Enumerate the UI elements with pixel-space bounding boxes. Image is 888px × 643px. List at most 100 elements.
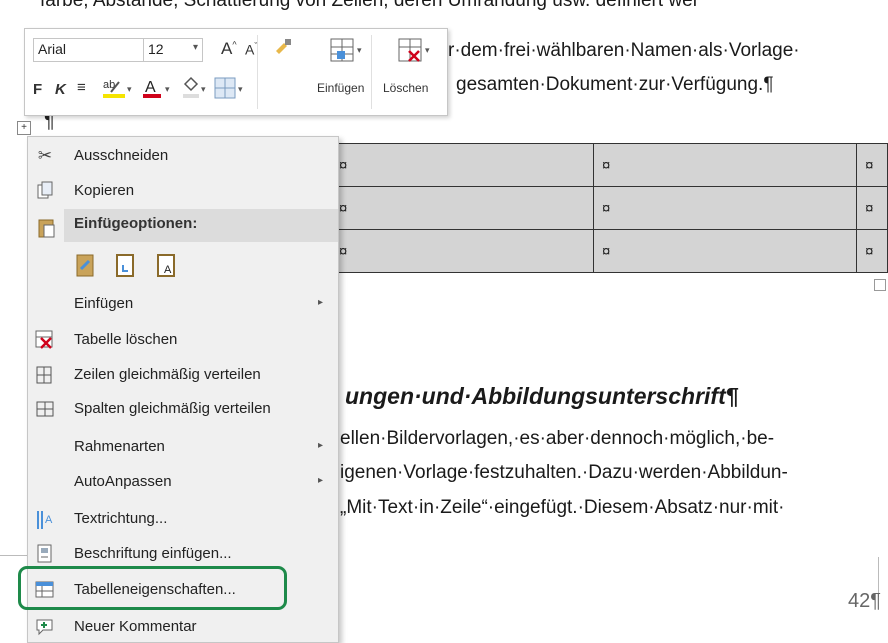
font-name-value: Arial <box>38 41 67 57</box>
menu-item-delete-table[interactable]: Tabelle löschen <box>28 324 338 356</box>
font-color-icon: A ▾ <box>143 79 170 98</box>
svg-text:▾: ▾ <box>201 84 206 94</box>
italic-button[interactable]: K <box>55 81 66 98</box>
shrink-font-icon: A <box>245 41 255 58</box>
paint-bucket-icon: ▾ <box>183 76 206 98</box>
menu-item-label: Zeilen gleichmäßig verteilen <box>74 366 261 383</box>
font-size-dropdown[interactable]: 12 ▾ <box>143 38 203 62</box>
toolbar-separator <box>371 35 372 109</box>
svg-text:▾: ▾ <box>165 84 170 94</box>
delete-label[interactable]: Löschen <box>383 81 428 95</box>
menu-item-distribute-rows[interactable]: Zeilen gleichmäßig verteilen <box>28 359 338 391</box>
format-painter-button[interactable] <box>273 37 293 61</box>
toolbar-separator <box>257 35 258 109</box>
document-text-line: r·dem·frei·wählbaren·Namen·als·Vorlage· <box>448 40 800 61</box>
document-table[interactable]: ¤ ¤ ¤ ¤ ¤ ¤ ¤ ¤ ¤ <box>329 143 888 273</box>
table-row[interactable]: ¤ ¤ ¤ <box>329 143 888 187</box>
keep-text-only-icon[interactable]: A <box>155 253 179 279</box>
table-row[interactable]: ¤ ¤ ¤ <box>329 186 888 230</box>
svg-text:▾: ▾ <box>425 45 430 55</box>
clipboard-icon <box>37 217 57 244</box>
svg-text:▾: ▾ <box>127 84 132 94</box>
keep-source-format-icon[interactable] <box>74 253 98 279</box>
document-text-line: gesamten·Dokument·zur·Verfügung.¶ <box>456 74 774 95</box>
insert-table-icon: ▾ <box>330 38 362 62</box>
menu-item-label: Rahmenarten <box>74 438 165 455</box>
delete-table-icon <box>35 330 55 350</box>
menu-item-distribute-columns[interactable]: Spalten gleichmäßig verteilen <box>28 393 338 425</box>
section-heading: ungen·und·Abbildungsunterschrift¶ <box>345 383 739 409</box>
delete-table-button[interactable]: ▾ <box>397 37 439 71</box>
distribute-columns-icon <box>35 399 55 419</box>
menu-item-text-direction[interactable]: A Textrichtung... <box>28 503 338 535</box>
menu-item-cut[interactable]: ✂ Ausschneiden <box>28 140 338 172</box>
svg-text:A: A <box>45 514 53 526</box>
highlight-color-button[interactable]: ab ▾ <box>101 76 135 104</box>
chevron-right-icon: ▸ <box>318 475 324 486</box>
menu-item-label: Ausschneiden <box>74 147 169 164</box>
format-painter-icon <box>276 39 291 54</box>
svg-text:A: A <box>145 79 156 96</box>
menu-item-copy[interactable]: Kopieren <box>28 175 338 207</box>
menu-item-label: Neuer Kommentar <box>74 618 197 635</box>
table-cell[interactable]: ¤ <box>593 186 858 230</box>
chevron-right-icon: ▸ <box>318 297 324 308</box>
table-row[interactable]: ¤ ¤ ¤ <box>329 229 888 273</box>
table-move-handle-icon[interactable]: + <box>17 121 31 135</box>
margin-line <box>0 555 30 556</box>
shading-button[interactable]: ▾ <box>179 76 211 104</box>
table-cell[interactable]: ¤ <box>593 143 858 187</box>
font-size-value: 12 <box>148 41 164 57</box>
borders-icon: ▾ <box>214 77 243 99</box>
menu-item-label: Spalten gleichmäßig verteilen <box>74 400 271 417</box>
grow-font-button[interactable]: A^ <box>221 39 237 59</box>
copy-icon <box>35 181 55 201</box>
menu-item-new-comment[interactable]: Neuer Kommentar <box>28 611 338 643</box>
text-direction-icon: A <box>35 509 55 529</box>
page-number: 42¶ <box>848 590 881 612</box>
table-cell[interactable]: ¤ <box>329 186 595 230</box>
paste-options-row: A <box>74 253 191 283</box>
table-cell[interactable]: ¤ <box>856 143 888 187</box>
delete-table-icon: ▾ <box>398 38 430 62</box>
table-cell[interactable]: ¤ <box>593 229 858 273</box>
highlighter-icon: ab ▾ <box>103 79 132 98</box>
distribute-rows-icon <box>35 365 55 385</box>
align-center-icon[interactable]: ≡ <box>77 79 86 96</box>
bold-button[interactable]: F <box>33 81 42 98</box>
table-cell[interactable]: ¤ <box>329 143 595 187</box>
merge-table-icon[interactable] <box>114 253 138 279</box>
table-resize-handle[interactable] <box>874 279 886 291</box>
svg-text:▾: ▾ <box>238 84 243 94</box>
chevron-right-icon: ▸ <box>318 440 324 451</box>
document-text-cutoff: farbe, Abstände, Schattierung von Zeilen… <box>40 0 700 11</box>
menu-item-label: Textrichtung... <box>74 510 168 527</box>
menu-item-label: Beschriftung einfügen... <box>74 545 232 562</box>
menu-item-label: Kopieren <box>74 182 135 199</box>
menu-item-border-styles[interactable]: Rahmenarten ▸ <box>28 431 338 463</box>
table-cell[interactable]: ¤ <box>329 229 595 273</box>
caption-icon <box>35 544 55 564</box>
shrink-font-button[interactable]: Aˇ <box>245 41 257 58</box>
document-text-line: ellen·Bildervorlagen,·es·aber·dennoch·mö… <box>340 428 775 449</box>
document-text-line: „Mit·Text·in·Zeile“·eingefügt.·Diesem·Ab… <box>340 497 785 518</box>
highlight-annotation <box>18 566 287 610</box>
menu-item-label: Tabelle löschen <box>74 331 178 348</box>
grow-font-icon: A <box>221 39 233 58</box>
paste-options-label: Einfügeoptionen: <box>74 215 198 232</box>
insert-table-button[interactable]: ▾ <box>329 37 371 71</box>
document-text-line: igenen·Vorlage·festzuhalten.·Dazu·werden… <box>340 462 788 483</box>
menu-item-insert[interactable]: Einfügen ▸ <box>28 288 338 320</box>
svg-text:A: A <box>164 264 172 276</box>
svg-text:▾: ▾ <box>357 45 362 55</box>
font-color-button[interactable]: A ▾ <box>141 76 175 104</box>
chevron-down-icon: ▾ <box>192 42 198 53</box>
mini-toolbar: Arial ▾ 12 ▾ A^ Aˇ F K ≡ ab▾ A▾ ▾ ▾ ▾ Ei… <box>24 28 448 116</box>
comment-icon <box>35 617 55 637</box>
table-cell[interactable]: ¤ <box>856 229 888 273</box>
scissors-icon: ✂ <box>37 146 53 165</box>
insert-label[interactable]: Einfügen <box>317 81 364 95</box>
menu-item-autofit[interactable]: AutoAnpassen ▸ <box>28 466 338 498</box>
table-cell[interactable]: ¤ <box>856 186 888 230</box>
borders-button[interactable]: ▾ <box>213 76 247 104</box>
